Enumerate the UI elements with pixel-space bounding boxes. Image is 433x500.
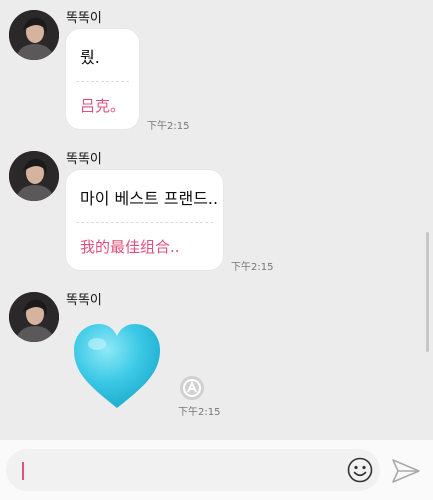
profile-photo-icon (9, 151, 59, 201)
profile-photo-icon (9, 10, 59, 60)
message-input[interactable] (6, 449, 380, 491)
send-icon[interactable] (391, 456, 421, 486)
divider (76, 222, 213, 223)
timestamp: 下午2:15 (147, 121, 190, 132)
message-bubble[interactable]: 마이 베스트 프랜드.. 我的最佳组合.. (66, 170, 223, 270)
translated-text: 我的最佳组合.. (80, 238, 180, 256)
input-bar (0, 440, 433, 500)
blue-heart-sticker[interactable] (72, 322, 162, 410)
translate-icon[interactable] (178, 374, 206, 402)
chat-area: 똑똑이 뤘. 吕克。 下午2:15 똑똑이 마이 베스트 프랜드.. 我的最佳组… (0, 0, 433, 440)
message-bubble[interactable]: 뤘. 吕克。 (66, 29, 139, 129)
timestamp: 下午2:15 (231, 262, 274, 273)
profile-photo-icon (9, 292, 59, 342)
translated-text: 吕克。 (80, 97, 126, 115)
avatar[interactable] (9, 10, 59, 60)
sender-name: 똑똑이 (66, 11, 102, 26)
avatar[interactable] (9, 292, 59, 342)
avatar[interactable] (9, 151, 59, 201)
text-caret (22, 462, 24, 480)
emoji-icon[interactable] (347, 457, 373, 483)
original-text: 마이 베스트 프랜드.. (80, 189, 219, 208)
divider (76, 81, 129, 82)
sender-name: 똑똑이 (66, 293, 102, 308)
sender-name: 똑똑이 (66, 152, 102, 167)
original-text: 뤘. (80, 48, 100, 67)
scrollbar[interactable] (426, 232, 429, 352)
timestamp: 下午2:15 (178, 407, 221, 418)
